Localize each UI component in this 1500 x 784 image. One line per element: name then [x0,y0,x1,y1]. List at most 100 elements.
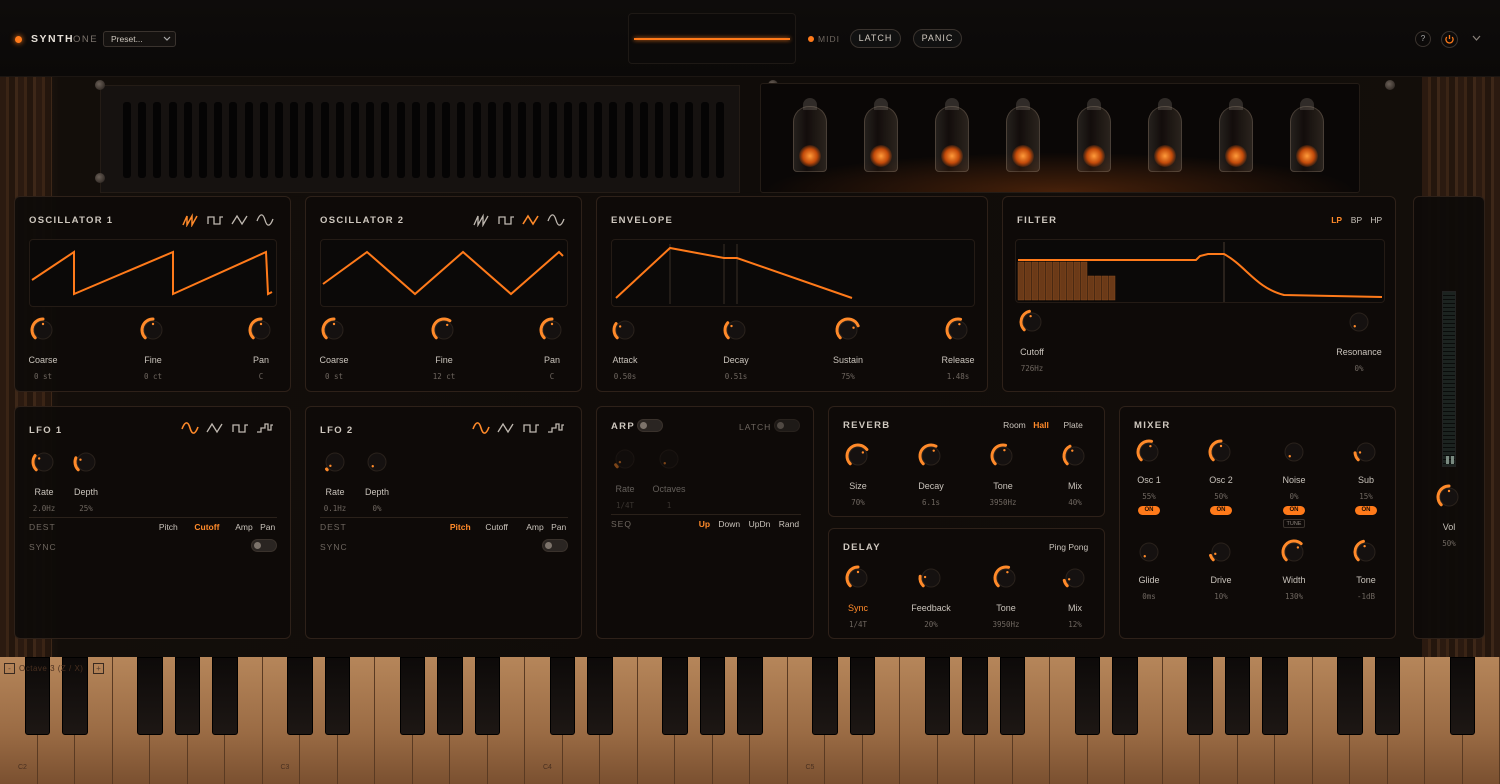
sine-wave-icon[interactable] [547,213,565,227]
coarse-knob[interactable] [319,315,349,345]
osc-1-knob-dial[interactable] [1134,437,1164,467]
sine-wave-icon[interactable] [472,421,490,435]
rate-knob[interactable] [320,447,350,477]
drive-knob-dial[interactable] [1206,537,1236,567]
preset-select[interactable]: Preset... [103,31,176,47]
lfo1-dest-amp[interactable]: Amp [235,522,252,532]
pan-knob-dial[interactable] [246,315,276,345]
lfo1-dest-pan[interactable]: Pan [260,522,275,532]
width-knob[interactable] [1279,537,1309,567]
depth-knob-dial[interactable] [71,447,101,477]
decay-knob-dial[interactable] [721,315,751,345]
black-key[interactable] [587,657,613,735]
fine-knob[interactable] [429,315,459,345]
black-key[interactable] [212,657,238,735]
tone-knob-dial[interactable] [1351,537,1381,567]
sub-level-knob[interactable] [1351,437,1381,467]
decay-knob-dial[interactable] [916,441,946,471]
pan-knob[interactable] [537,315,567,345]
drive-knob[interactable] [1206,537,1236,567]
glide-knob[interactable] [1134,537,1164,567]
sync-knob-dial[interactable] [843,563,873,593]
arp-mode-rand[interactable]: Rand [779,519,799,529]
release-knob-dial[interactable] [943,315,973,345]
release-knob[interactable] [943,315,973,345]
feedback-knob-dial[interactable] [916,563,946,593]
depth-knob[interactable] [362,447,392,477]
cutoff-knob-dial[interactable] [1017,307,1047,337]
black-key[interactable] [324,657,351,735]
lfo2-dest-cutoff[interactable]: Cutoff [485,522,508,532]
octave-minus-button[interactable]: - [4,663,15,674]
size-knob-dial[interactable] [843,441,873,471]
depth-knob[interactable] [71,447,101,477]
lfo2-dest-amp[interactable]: Amp [526,522,543,532]
octaves-knob-dial[interactable] [654,444,684,474]
octave-plus-button[interactable]: + [93,663,104,674]
width-knob-dial[interactable] [1279,537,1309,567]
black-key[interactable] [549,657,576,735]
cutoff-knob[interactable] [1017,307,1047,337]
arp-mode-up[interactable]: Up [699,519,710,529]
black-key[interactable] [962,657,988,735]
black-key[interactable] [1337,657,1363,735]
noise-tune-button[interactable]: TUNE [1283,519,1305,528]
attack-knob-dial[interactable] [610,315,640,345]
black-key[interactable] [137,657,163,735]
black-key[interactable] [399,657,426,735]
reverb-type-hall[interactable]: Hall [1033,420,1049,430]
black-key[interactable] [1112,657,1138,735]
black-key[interactable] [1262,657,1288,735]
noise-knob-dial[interactable] [1279,437,1309,467]
black-key[interactable] [812,657,838,735]
square-wave-icon[interactable] [231,421,249,435]
octaves-knob[interactable] [654,444,684,474]
black-key[interactable] [1374,657,1401,735]
coarse-knob-dial[interactable] [28,315,58,345]
vol-knob-dial[interactable] [1434,482,1464,512]
lfo1-sync-toggle[interactable] [251,539,277,552]
black-key[interactable] [174,657,201,735]
black-key[interactable] [1074,657,1101,735]
power-button[interactable] [1441,31,1458,48]
filter-mode-bp[interactable]: BP [1351,215,1362,225]
tone-knob[interactable] [988,441,1018,471]
fine-knob[interactable] [138,315,168,345]
black-key[interactable] [699,657,726,735]
triangle-wave-icon[interactable] [522,213,540,227]
reverb-type-room[interactable]: Room [1003,420,1026,430]
rate-knob[interactable] [610,444,640,474]
decay-knob[interactable] [721,315,751,345]
delay-mode-button[interactable]: Ping Pong [1049,542,1088,552]
black-key[interactable] [924,657,951,735]
noise-level-knob[interactable] [1279,437,1309,467]
tone-knob-dial[interactable] [991,563,1021,593]
black-key[interactable] [999,657,1026,735]
rate-knob-dial[interactable] [610,444,640,474]
osc-2-level-knob[interactable] [1206,437,1236,467]
depth-knob-dial[interactable] [362,447,392,477]
pan-knob-dial[interactable] [537,315,567,345]
black-key[interactable] [1187,657,1213,735]
menu-chevron-icon[interactable] [1472,35,1481,42]
lfo2-dest-pan[interactable]: Pan [551,522,566,532]
sub-knob-dial[interactable] [1351,437,1381,467]
pan-knob[interactable] [246,315,276,345]
sustain-knob[interactable] [833,315,863,345]
fine-knob-dial[interactable] [429,315,459,345]
square-wave-icon[interactable] [206,213,224,227]
resonance-knob[interactable] [1344,307,1374,337]
rate-knob[interactable] [29,447,59,477]
arp-mode-down[interactable]: Down [718,519,740,529]
triangle-wave-icon[interactable] [231,213,249,227]
feedback-knob[interactable] [916,563,946,593]
mix-knob[interactable] [1060,563,1090,593]
noise-on-button[interactable]: ON [1283,506,1305,515]
mix-knob-dial[interactable] [1060,441,1090,471]
tone-knob[interactable] [991,563,1021,593]
triangle-wave-icon[interactable] [206,421,224,435]
size-knob[interactable] [843,441,873,471]
decay-knob[interactable] [916,441,946,471]
sine-wave-icon[interactable] [181,421,199,435]
fine-knob-dial[interactable] [138,315,168,345]
